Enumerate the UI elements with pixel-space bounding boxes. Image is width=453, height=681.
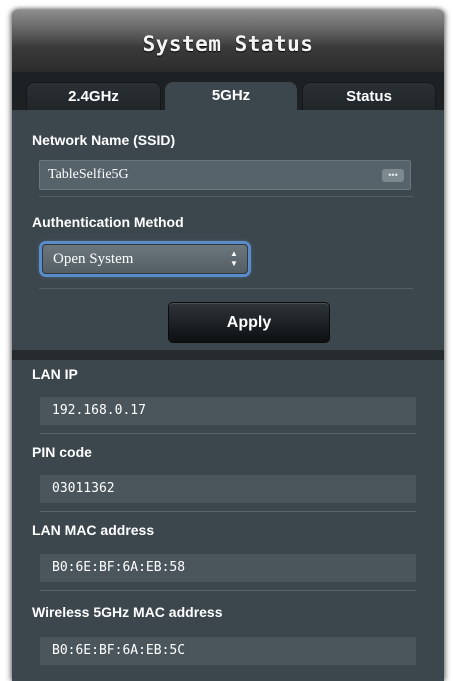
pin-code-label: PIN code: [32, 444, 92, 460]
divider: [40, 433, 416, 434]
divider: [40, 590, 416, 591]
auth-method-select[interactable]: Open System ▲ ▼: [42, 244, 248, 274]
tab-bar: 2.4GHz 5GHz Status: [12, 72, 444, 113]
divider: [39, 288, 413, 289]
lan-mac-value: B0:6E:BF:6A:EB:58: [40, 554, 416, 582]
wireless-5ghz-mac-label: Wireless 5GHz MAC address: [32, 604, 223, 620]
system-status-panel: System Status 2.4GHz 5GHz Status Network…: [12, 10, 444, 681]
section-separator: [12, 350, 444, 360]
ssid-field[interactable]: •••: [39, 160, 411, 190]
title-bar: System Status: [12, 10, 444, 72]
auth-method-label: Authentication Method: [32, 214, 184, 230]
panel-title: System Status: [142, 32, 314, 56]
ssid-input[interactable]: [40, 161, 380, 189]
lan-ip-label: LAN IP: [32, 366, 78, 382]
tab-status[interactable]: Status: [302, 82, 436, 113]
lan-mac-label: LAN MAC address: [32, 522, 155, 538]
ssid-label: Network Name (SSID): [32, 132, 176, 148]
tab-5ghz[interactable]: 5GHz: [165, 82, 297, 112]
tab-2-4ghz[interactable]: 2.4GHz: [26, 82, 161, 113]
wireless-5ghz-mac-value: B0:6E:BF:6A:EB:5C: [40, 637, 416, 665]
auth-method-selected: Open System: [53, 251, 134, 267]
select-arrows-icon: ▲ ▼: [230, 249, 238, 268]
divider: [40, 511, 416, 512]
apply-button[interactable]: Apply: [168, 302, 330, 343]
divider: [39, 196, 413, 197]
dots-icon[interactable]: •••: [382, 169, 404, 182]
pin-code-value: 03011362: [40, 475, 416, 503]
lan-ip-value: 192.168.0.17: [40, 397, 416, 425]
